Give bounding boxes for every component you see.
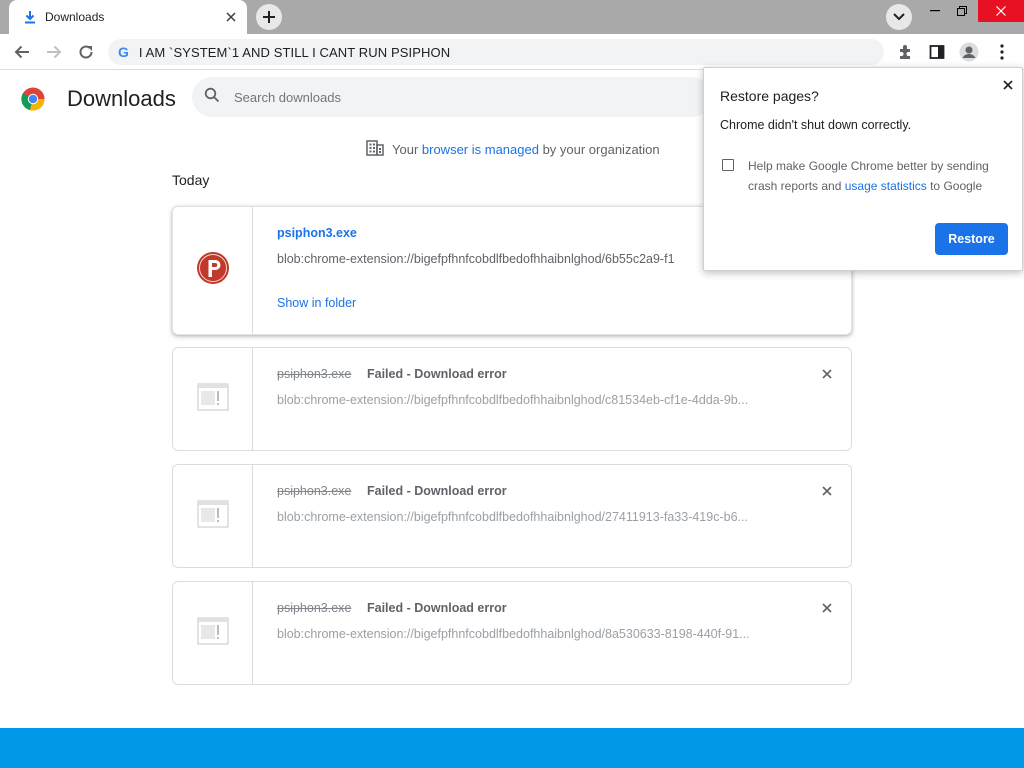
extensions-puzzle-icon[interactable] — [895, 41, 917, 63]
minimize-icon[interactable] — [920, 0, 950, 22]
dialog-title: Restore pages? — [720, 88, 819, 104]
file-source-url[interactable]: blob:chrome-extension://bigefpfhnfcobdlf… — [277, 252, 697, 266]
url-text: I AM `SYSTEM`1 AND STILL I CANT RUN PSIP… — [138, 44, 451, 60]
remove-item-icon[interactable] — [817, 481, 837, 501]
crash-report-checkbox[interactable] — [722, 159, 734, 171]
download-item: psiphon3.exe Failed - Download error blo… — [172, 347, 852, 451]
download-status: Failed - Download error — [367, 484, 507, 498]
back-arrow-icon[interactable] — [10, 40, 34, 64]
dialog-close-icon[interactable] — [998, 75, 1018, 95]
browser-toolbar: G I AM `SYSTEM`1 AND STILL I CANT RUN PS… — [0, 34, 1024, 70]
tab-close-icon[interactable] — [223, 9, 239, 25]
dialog-message: Chrome didn't shut down correctly. — [720, 118, 912, 132]
tab-strip: Downloads — [0, 0, 1024, 34]
restore-pages-dialog: Restore pages? Chrome didn't shut down c… — [703, 67, 1023, 271]
address-bar[interactable]: G I AM `SYSTEM`1 AND STILL I CANT RUN PS… — [108, 39, 884, 65]
file-name-link[interactable]: psiphon3.exe — [277, 226, 357, 240]
file-icon-column — [173, 582, 253, 684]
checkbox-label: Help make Google Chrome better by sendin… — [748, 156, 1008, 196]
reload-icon[interactable] — [74, 40, 98, 64]
side-panel-icon[interactable] — [926, 41, 948, 63]
tab-title: Downloads — [45, 10, 105, 24]
forward-arrow-icon[interactable] — [42, 40, 66, 64]
download-status: Failed - Download error — [367, 601, 507, 615]
remove-item-icon[interactable] — [817, 364, 837, 384]
generic-file-icon — [197, 500, 229, 533]
restore-button[interactable]: Restore — [935, 223, 1008, 255]
file-source-url[interactable]: blob:chrome-extension://bigefpfhnfcobdlf… — [277, 393, 777, 407]
menu-kebab-icon[interactable] — [991, 41, 1013, 63]
search-downloads-box[interactable] — [192, 77, 712, 117]
download-item: psiphon3.exe Failed - Download error blo… — [172, 464, 852, 568]
new-tab-button[interactable] — [256, 4, 282, 30]
download-item: psiphon3.exe Failed - Download error blo… — [172, 581, 852, 685]
tab-search-button[interactable] — [886, 4, 912, 30]
managed-prefix: Your — [392, 142, 422, 157]
managed-suffix: by your organization — [538, 142, 660, 157]
file-icon-column — [173, 207, 253, 334]
file-icon-column — [173, 348, 253, 450]
file-name: psiphon3.exe — [277, 484, 352, 498]
generic-file-icon — [197, 383, 229, 416]
page-title: Downloads — [67, 86, 176, 111]
chrome-logo-icon — [21, 87, 45, 111]
google-icon: G — [118, 44, 129, 60]
managed-notice: Your browser is managed by your organiza… — [366, 140, 660, 159]
psiphon-icon — [196, 251, 230, 290]
file-icon-column — [173, 465, 253, 567]
search-input[interactable] — [234, 89, 634, 105]
browser-managed-link[interactable]: browser is managed — [422, 142, 539, 157]
restore-window-icon[interactable] — [947, 0, 977, 22]
remove-item-icon[interactable] — [817, 598, 837, 618]
search-icon — [204, 87, 220, 108]
show-in-folder-link[interactable]: Show in folder — [277, 296, 356, 310]
checkbox-label-suffix: to Google — [926, 179, 983, 193]
usage-statistics-link[interactable]: usage statistics — [845, 179, 927, 193]
taskbar — [0, 728, 1024, 768]
tab-downloads[interactable]: Downloads — [9, 0, 247, 34]
download-icon — [23, 10, 37, 24]
file-name: psiphon3.exe — [277, 601, 352, 615]
file-source-url[interactable]: blob:chrome-extension://bigefpfhnfcobdlf… — [277, 510, 777, 524]
download-status: Failed - Download error — [367, 367, 507, 381]
generic-file-icon — [197, 617, 229, 650]
profile-avatar-icon[interactable] — [958, 41, 980, 63]
building-icon — [366, 140, 384, 159]
window-close-icon[interactable] — [978, 0, 1024, 22]
file-name: psiphon3.exe — [277, 367, 352, 381]
file-source-url[interactable]: blob:chrome-extension://bigefpfhnfcobdlf… — [277, 627, 777, 641]
section-heading-today: Today — [172, 172, 210, 188]
